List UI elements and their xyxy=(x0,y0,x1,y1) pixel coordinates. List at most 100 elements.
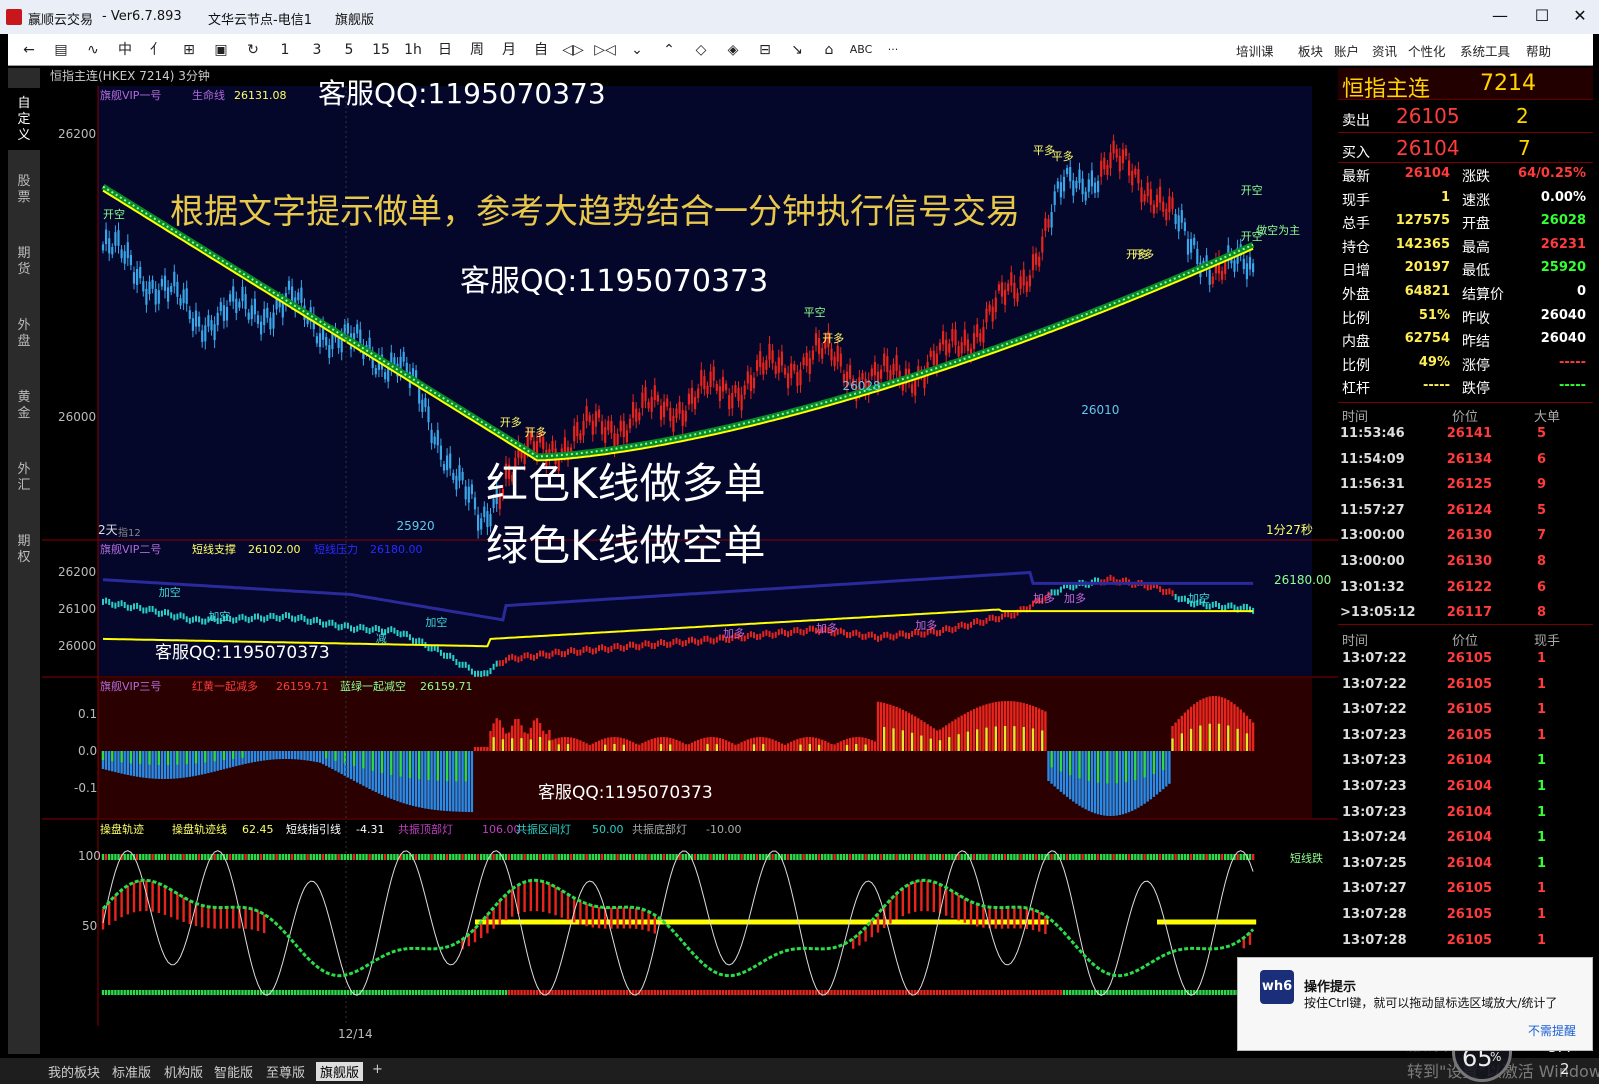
toolbar-tool-icon[interactable]: ▷◁ xyxy=(592,40,618,60)
bottom-tab-5[interactable]: 旗舰版 xyxy=(316,1062,364,1081)
hist-bar xyxy=(1000,701,1004,751)
top-signal-light xyxy=(352,854,356,860)
toolbar-tool-icon[interactable]: ▣ xyxy=(208,40,234,60)
bottom-signal-light xyxy=(1146,990,1149,995)
hist-bar xyxy=(647,740,650,751)
sub1-candle xyxy=(1010,612,1013,619)
top-signal-light xyxy=(1109,854,1112,860)
toolbar-tool-icon[interactable]: ∿ xyxy=(80,40,106,60)
candle-body xyxy=(684,410,687,422)
toolbar-tool-icon[interactable]: 月 xyxy=(496,40,522,60)
bottom-signal-light xyxy=(650,990,653,995)
bottom-signal-light xyxy=(1100,990,1103,995)
toolbar-tool-icon[interactable]: 日 xyxy=(432,40,458,60)
close-button[interactable]: ✕ xyxy=(1560,4,1599,30)
toolbar-tool-icon[interactable]: ⊞ xyxy=(176,40,202,60)
top-signal-light xyxy=(604,854,607,860)
dismiss-link[interactable]: 不需提醒 xyxy=(1528,1022,1576,1039)
sub3-bar xyxy=(963,898,966,923)
toolbar-tool-icon[interactable]: 1 xyxy=(272,40,298,60)
leftnav-item-6[interactable]: 期权 xyxy=(8,520,40,582)
leftnav-item-4[interactable]: 黄金 xyxy=(8,376,40,438)
toolbar-tool-icon[interactable]: ⊟ xyxy=(752,40,778,60)
toolbar-tool-icon[interactable]: 亻 xyxy=(144,40,170,60)
toolbar-menu-5[interactable]: 系统工具 xyxy=(1460,41,1510,60)
toolbar-tool-icon[interactable]: ↘ xyxy=(784,40,810,60)
big-order-price: 26125 xyxy=(1446,477,1492,493)
bottom-signal-light xyxy=(576,990,579,995)
toolbar-menu-4[interactable]: 个性化 xyxy=(1408,41,1446,60)
hist-bar xyxy=(678,741,681,751)
candle-body xyxy=(914,380,917,396)
minimize-button[interactable]: — xyxy=(1480,4,1520,30)
toolbar-tool-icon[interactable]: 15 xyxy=(368,40,394,60)
toolbar-tool-icon[interactable]: ⌂ xyxy=(816,40,842,60)
toolbar-tool-icon[interactable]: ⌃ xyxy=(656,40,682,60)
top-signal-light xyxy=(194,854,198,860)
bottom-tab-1[interactable]: 标准版 xyxy=(108,1062,155,1081)
top-signal-light xyxy=(421,854,424,860)
candle-body xyxy=(1252,263,1255,273)
bottom-signal-light xyxy=(1072,990,1075,995)
bottom-tab-3[interactable]: 智能版 xyxy=(210,1062,257,1081)
bottom-signal-light xyxy=(889,990,892,995)
toolbar-tool-icon[interactable]: 周 xyxy=(464,40,490,60)
toolbar-tool-icon[interactable]: ··· xyxy=(880,40,906,60)
sub1-candle xyxy=(675,637,678,644)
sub1-candle xyxy=(387,627,390,634)
bottom-tab-4[interactable]: 至尊版 xyxy=(262,1062,309,1081)
toolbar-tool-icon[interactable]: ↻ xyxy=(240,40,266,60)
bottom-signal-light xyxy=(393,990,396,995)
top-signal-light xyxy=(628,854,632,860)
leftnav-item-3[interactable]: 外盘 xyxy=(8,304,40,366)
toolbar-tool-icon[interactable]: ◈ xyxy=(720,40,746,60)
candle-body xyxy=(191,318,194,331)
maximize-button[interactable]: ☐ xyxy=(1522,4,1562,30)
top-signal-light xyxy=(833,854,836,860)
toolbar-tool-icon[interactable]: ⌄ xyxy=(624,40,650,60)
bottom-signal-light xyxy=(848,990,852,995)
toolbar-menu-6[interactable]: 帮助 xyxy=(1526,41,1551,60)
bottom-signal-light xyxy=(235,990,238,995)
toolbar-tool-icon[interactable]: 1h xyxy=(400,40,426,60)
toolbar-tool-icon[interactable]: ◁▷ xyxy=(560,40,586,60)
leftnav-item-5[interactable]: 外汇 xyxy=(8,448,40,510)
bottom-tab-2[interactable]: 机构版 xyxy=(160,1062,207,1081)
toolbar-tool-icon[interactable]: 自 xyxy=(528,40,554,60)
toolbar-tool-icon[interactable]: ← xyxy=(16,40,42,60)
toolbar-tool-icon[interactable]: 中 xyxy=(112,40,138,60)
hist-bar xyxy=(182,751,185,778)
bottom-signal-light xyxy=(455,990,458,995)
toolbar-tool-icon[interactable]: ABC xyxy=(848,40,874,60)
top-signal-light xyxy=(104,854,108,860)
top-signal-light xyxy=(1003,854,1007,860)
hist-bar xyxy=(597,740,601,751)
toolbar-menu-3[interactable]: 资讯 xyxy=(1372,41,1397,60)
sub1-candle xyxy=(560,651,563,658)
toolbar-tool-icon[interactable]: ▤ xyxy=(48,40,74,60)
candle-body xyxy=(849,365,852,379)
toolbar-menu-0[interactable]: 培训课 xyxy=(1236,41,1274,60)
bottom-signal-light xyxy=(452,990,455,995)
toolbar-tool-icon[interactable]: 3 xyxy=(304,40,330,60)
toolbar-tool-icon[interactable]: 5 xyxy=(336,40,362,60)
top-signal-light xyxy=(1127,854,1131,860)
quote-field-label: 日增 xyxy=(1342,263,1370,280)
server-node[interactable]: 文华云节点-电信1 xyxy=(208,9,312,28)
operation-tip-popup[interactable]: wh6 操作提示 按住Ctrl键，就可以拖动鼠标选区域放大/统计了 不需提醒 xyxy=(1237,957,1593,1051)
leftnav-item-0[interactable]: 自定义 xyxy=(8,88,40,150)
leftnav-item-1[interactable]: 股票 xyxy=(8,160,40,222)
toolbar-menu-2[interactable]: 账户 xyxy=(1334,41,1359,60)
bottom-signal-light xyxy=(439,990,443,995)
toolbar-menu-1[interactable]: 板块 xyxy=(1298,41,1323,60)
toolbar-tool-icon[interactable]: ◇ xyxy=(688,40,714,60)
sub1-candle xyxy=(399,631,402,638)
hist-bar xyxy=(340,751,343,775)
sub1-candle xyxy=(641,642,644,649)
top-signal-light xyxy=(393,854,396,860)
bottom-tab-0[interactable]: 我的板块 xyxy=(44,1062,104,1081)
hist-bar xyxy=(631,742,635,751)
bottom-tab-6[interactable]: + xyxy=(368,1062,387,1077)
leftnav-item-2[interactable]: 期货 xyxy=(8,232,40,294)
hist-bar xyxy=(458,751,461,812)
